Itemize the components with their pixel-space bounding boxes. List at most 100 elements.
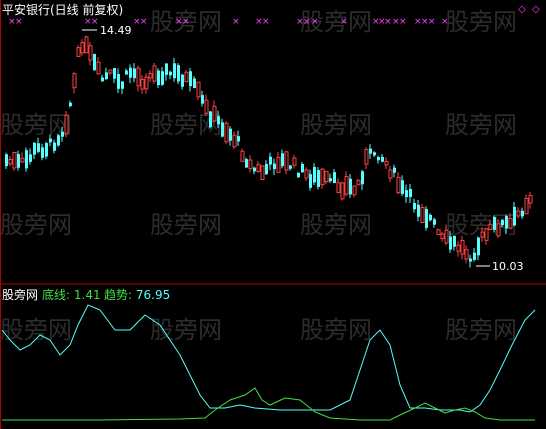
candle-body: [37, 143, 40, 152]
candlestick: [152, 62, 157, 84]
candle-body: [301, 163, 304, 173]
candle-body: [133, 68, 136, 79]
candlestick: [181, 73, 184, 90]
candlestick: [108, 69, 113, 76]
candle-body: [84, 36, 89, 54]
candle-body: [273, 163, 276, 170]
candlestick: [148, 70, 153, 82]
candle-body: [260, 165, 265, 180]
indicator-name: 股旁网: [2, 288, 39, 302]
candle-body: [449, 236, 452, 250]
candlestick: [488, 220, 493, 230]
candlestick: [464, 245, 469, 264]
candlestick: [232, 131, 237, 149]
candlestick: [320, 167, 325, 190]
candle-body: [169, 71, 172, 76]
candle-body: [477, 237, 480, 256]
candlestick: [484, 228, 489, 245]
candle-body: [8, 159, 13, 165]
candle-body: [113, 67, 116, 79]
candlestick: [356, 178, 361, 186]
candle-body: [105, 72, 108, 80]
candlestick: [133, 63, 136, 83]
candlestick: [88, 41, 93, 66]
candlestick: [93, 53, 96, 71]
candle-body: [505, 216, 508, 229]
candle-body: [17, 154, 20, 168]
candlestick: [101, 74, 104, 82]
candlestick: [381, 154, 384, 163]
candle-body: [152, 65, 157, 82]
candlestick: [496, 219, 501, 238]
base-line: [2, 387, 535, 421]
signal-marker: ×: [384, 17, 392, 27]
candle-body: [297, 172, 300, 178]
candlestick: [309, 169, 312, 191]
candlestick: [260, 165, 265, 180]
candlestick: [433, 217, 436, 228]
candle-body: [393, 167, 396, 173]
candle-body: [281, 153, 284, 167]
candlestick: [373, 151, 376, 158]
candlestick: [29, 148, 32, 165]
candlestick: [508, 213, 513, 230]
candlestick: [96, 57, 101, 75]
candle-body: [384, 161, 389, 166]
candle-body: [57, 135, 60, 146]
signal-marker: ×: [441, 17, 449, 27]
candlestick: [469, 254, 472, 268]
trend-line-legend: 趋势: 76.95: [104, 288, 170, 302]
candlestick: [64, 110, 69, 138]
signal-marker: ×: [182, 17, 190, 27]
candlestick: [45, 141, 48, 160]
chart-canvas[interactable]: × × × × × × × × × × × × × × × ××× × × × × × ×◇ ◇14.4910.03: [0, 0, 546, 429]
candle-body: [420, 207, 425, 224]
candlestick: [292, 154, 297, 169]
candle-body: [121, 81, 124, 89]
candlestick: [473, 247, 476, 262]
candle-body: [69, 102, 72, 107]
candle-body: [49, 138, 52, 143]
candle-body: [436, 229, 441, 235]
candlestick: [409, 184, 412, 203]
candle-body: [361, 171, 364, 185]
candle-body: [173, 63, 176, 79]
candlestick: [221, 118, 224, 138]
candle-body: [72, 73, 77, 89]
candlestick: [37, 137, 40, 154]
candlestick: [117, 68, 120, 94]
candle-body: [324, 170, 329, 183]
candlestick: [105, 67, 108, 80]
signal-marker: ×: [340, 17, 348, 27]
candle-body: [377, 157, 380, 161]
candle-body: [12, 151, 17, 169]
candle-body: [212, 105, 217, 122]
candlestick: [69, 100, 72, 108]
signal-marker: ×: [91, 17, 99, 27]
candlestick: [516, 207, 521, 219]
candlestick: [396, 171, 401, 195]
candle-body: [425, 209, 428, 228]
candlestick: [177, 63, 180, 84]
candlestick: [196, 81, 201, 101]
candlestick: [204, 94, 209, 116]
candlestick: [440, 232, 445, 242]
candle-body: [193, 78, 196, 88]
trend-line: [1, 304, 536, 413]
candlestick: [384, 157, 389, 170]
candlestick: [505, 214, 508, 235]
candle-body: [433, 219, 436, 225]
candlestick: [417, 199, 420, 222]
candle-body: [317, 170, 320, 187]
candlestick: [173, 57, 176, 82]
candlestick: [388, 166, 393, 183]
candle-body: [460, 239, 465, 255]
candlestick: [237, 130, 240, 146]
candle-body: [189, 71, 192, 87]
base-line-value: 1.41: [73, 288, 101, 302]
candle-body: [224, 122, 229, 143]
signal-marker: ×: [399, 17, 407, 27]
candle-body: [144, 76, 149, 90]
kline-chart-window[interactable]: 股旁网 股旁网 股旁网 股旁网 股旁网 股旁网 股旁网 股旁网 股旁网 股旁网 股旁网 股旁网 股旁网股…: [0, 0, 546, 429]
candle-body: [401, 180, 404, 194]
